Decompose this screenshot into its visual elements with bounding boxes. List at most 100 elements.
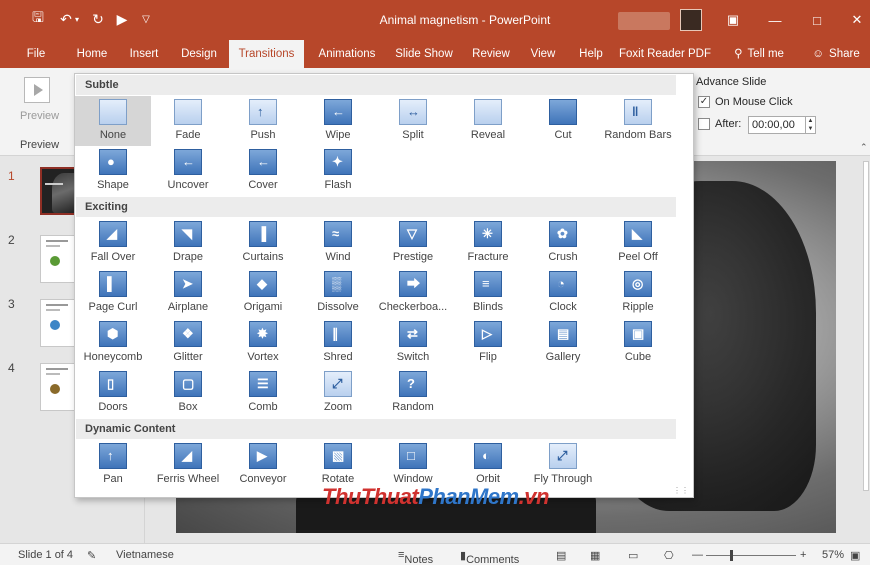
scrollbar-thumb[interactable] — [863, 161, 869, 491]
avatar[interactable] — [680, 9, 702, 31]
transition-clock[interactable]: ◔ Clock — [525, 268, 601, 318]
transition-flip[interactable]: ▷ Flip — [450, 318, 526, 368]
language-indicator[interactable]: Vietnamese — [116, 549, 174, 561]
transition-orbit[interactable]: ◐ Orbit — [450, 440, 526, 490]
spelling-check-icon[interactable]: ✎ — [87, 549, 96, 562]
zoom-slider[interactable] — [706, 555, 796, 556]
transition-glitter[interactable]: ❖ Glitter — [150, 318, 226, 368]
save-icon[interactable]: 🖫 — [28, 9, 48, 29]
after-checkbox[interactable] — [698, 118, 710, 130]
transition-box[interactable]: ▢ Box — [150, 368, 226, 418]
minimize-icon[interactable]: — — [760, 9, 790, 31]
transition-vortex[interactable]: ✸ Vortex — [225, 318, 301, 368]
tab-transitions[interactable]: Transitions — [229, 40, 304, 68]
transition-label: Ripple — [622, 301, 654, 313]
tab-help[interactable]: Help — [574, 40, 608, 68]
tab-foxit-reader-pdf[interactable]: Foxit Reader PDF — [618, 40, 712, 68]
transition-wind[interactable]: ≈ Wind — [300, 218, 376, 268]
preview-button-label[interactable]: Preview — [20, 110, 59, 122]
notes-button[interactable]: ≡ Notes — [398, 549, 433, 565]
transition-origami[interactable]: ◆ Origami — [225, 268, 301, 318]
transition-cube[interactable]: ▣ Cube — [600, 318, 676, 368]
transition-flash[interactable]: ✦ Flash — [300, 146, 376, 196]
zoom-slider-thumb[interactable] — [730, 550, 733, 561]
transition-fade[interactable]: Fade — [150, 96, 226, 146]
transition-label: Crush — [548, 251, 578, 263]
transition-gallery[interactable]: ▤ Gallery — [525, 318, 601, 368]
slide-show-view-icon[interactable]: ⎔ — [664, 549, 674, 562]
transition-ferris-wheel[interactable]: ◢ Ferris Wheel — [150, 440, 226, 490]
preview-icon[interactable] — [24, 77, 50, 103]
transition-switch[interactable]: ⇄ Switch — [375, 318, 451, 368]
tab-slide-show[interactable]: Slide Show — [390, 40, 458, 68]
tab-design[interactable]: Design — [174, 40, 224, 68]
transition-conveyor[interactable]: ▶ Conveyor — [225, 440, 301, 490]
transition-random[interactable]: ? Random — [375, 368, 451, 418]
fit-slide-icon[interactable]: ▣ — [850, 549, 860, 562]
watermark-part-2: PhanMem — [418, 484, 519, 509]
transition-split[interactable]: ↔ Split — [375, 96, 451, 146]
transition-pan[interactable]: ↑ Pan — [75, 440, 151, 490]
zoom-in-icon[interactable]: + — [800, 549, 806, 561]
transition-checkerboard[interactable]: ⮕ Checkerboa... — [375, 268, 451, 318]
transition-honeycomb[interactable]: ⬢ Honeycomb — [75, 318, 151, 368]
transition-prestige[interactable]: ▽ Prestige — [375, 218, 451, 268]
tell-me-box[interactable]: ⚲ Tell me — [726, 40, 792, 68]
transition-comb[interactable]: ☰ Comb — [225, 368, 301, 418]
transition-drape[interactable]: ◥ Drape — [150, 218, 226, 268]
normal-view-icon[interactable]: ▤ — [556, 549, 566, 562]
transition-window[interactable]: □ Window — [375, 440, 451, 490]
resize-grip-icon[interactable]: ⋮⋮ — [673, 486, 689, 495]
on-mouse-click-checkbox[interactable]: ✓ — [698, 96, 710, 108]
reading-view-icon[interactable]: ▭ — [628, 549, 638, 562]
transition-cut[interactable]: Cut — [525, 96, 601, 146]
tab-animations[interactable]: Animations — [309, 40, 385, 68]
transition-airplane[interactable]: ➤ Airplane — [150, 268, 226, 318]
transition-page-curl[interactable]: ▌ Page Curl — [75, 268, 151, 318]
tab-view[interactable]: View — [524, 40, 562, 68]
ribbon-display-options-icon[interactable]: ▣ — [718, 9, 748, 31]
zoom-out-icon[interactable]: — — [692, 549, 703, 561]
undo-dropdown-icon[interactable]: ▾ — [72, 9, 82, 29]
transition-rotate[interactable]: ▧ Rotate — [300, 440, 376, 490]
transition-shred[interactable]: ∥ Shred — [300, 318, 376, 368]
transition-dissolve[interactable]: ▒ Dissolve — [300, 268, 376, 318]
transition-random-bars[interactable]: ‖ Random Bars — [600, 96, 676, 146]
transition-blinds[interactable]: ≡ Blinds — [450, 268, 526, 318]
transition-none[interactable]: None — [75, 96, 151, 146]
start-from-beginning-icon[interactable]: ▶ — [112, 9, 132, 29]
transition-zoom[interactable]: ⤢ Zoom — [300, 368, 376, 418]
vertical-scrollbar[interactable] — [862, 157, 870, 543]
tab-insert[interactable]: Insert — [122, 40, 166, 68]
transition-crush[interactable]: ✿ Crush — [525, 218, 601, 268]
share-button[interactable]: ☺ Share — [808, 40, 864, 68]
transition-fly-through[interactable]: ⤢ Fly Through — [525, 440, 601, 490]
transition-reveal[interactable]: Reveal — [450, 96, 526, 146]
transition-ripple[interactable]: ◎ Ripple — [600, 268, 676, 318]
transition-cover[interactable]: ← Cover — [225, 146, 301, 196]
collapse-ribbon-icon[interactable]: ⌃ — [860, 142, 868, 153]
transition-wipe[interactable]: ← Wipe — [300, 96, 376, 146]
close-icon[interactable]: ✕ — [842, 9, 870, 31]
tab-file[interactable]: File — [18, 40, 54, 68]
customize-toolbar-icon[interactable]: ▽ — [136, 9, 156, 29]
after-time-input[interactable]: 00:00,00 — [748, 116, 806, 134]
transition-shape[interactable]: ● Shape — [75, 146, 151, 196]
transition-label: Fracture — [467, 251, 509, 263]
transition-curtains[interactable]: ▐ Curtains — [225, 218, 301, 268]
account-name[interactable] — [618, 12, 670, 30]
tab-home[interactable]: Home — [70, 40, 114, 68]
tab-review[interactable]: Review — [466, 40, 516, 68]
zoom-level[interactable]: 57% — [822, 549, 844, 561]
slide-sorter-icon[interactable]: ▦ — [590, 549, 600, 562]
redo-icon[interactable]: ↻ — [88, 9, 108, 29]
comments-button[interactable]: ▮ Comments — [460, 549, 519, 565]
transition-push[interactable]: ↑ Push — [225, 96, 301, 146]
transition-fracture[interactable]: ✳ Fracture — [450, 218, 526, 268]
transition-uncover[interactable]: ← Uncover — [150, 146, 226, 196]
transition-fall-over[interactable]: ◢ Fall Over — [75, 218, 151, 268]
maximize-icon[interactable]: □ — [802, 9, 832, 31]
after-time-spinner[interactable]: ▲ ▼ — [806, 116, 816, 134]
transition-doors[interactable]: ▯ Doors — [75, 368, 151, 418]
transition-peel-off[interactable]: ◣ Peel Off — [600, 218, 676, 268]
